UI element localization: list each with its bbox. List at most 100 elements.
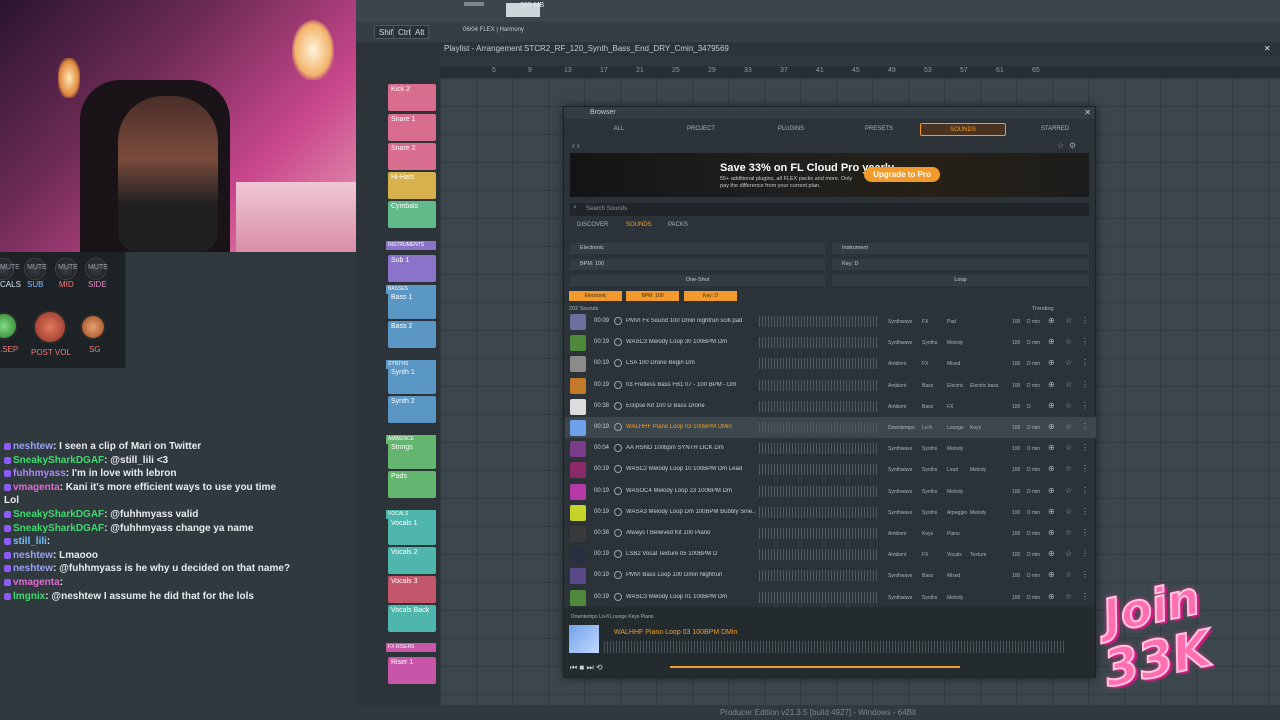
- plus-icon[interactable]: ⊕: [1048, 317, 1055, 325]
- sound-row[interactable]: 00:19 WASA3 Melody Loop Dm 100BPM Bubbly …: [565, 502, 1096, 523]
- track-group-label[interactable]: FX RISERS: [386, 643, 436, 652]
- pattern-selector[interactable]: 06/04 FLEX | Harmony: [463, 27, 524, 33]
- sound-row[interactable]: 00:19 WASC2 Melody Loop 10 100BPM Dm Lead…: [565, 459, 1096, 480]
- play-icon[interactable]: [614, 550, 622, 559]
- more-icon[interactable]: ⋮: [1081, 571, 1089, 579]
- sound-row[interactable]: 00:19 WASC3 Melody Loop 30 100BPM Dm Synth…: [565, 332, 1096, 353]
- plus-icon[interactable]: ⊕: [1048, 529, 1055, 537]
- tab-packs[interactable]: PACKS: [668, 222, 688, 228]
- sound-tag[interactable]: FX: [922, 361, 928, 367]
- play-icon[interactable]: [614, 359, 622, 368]
- track-header[interactable]: Synth 2: [388, 396, 436, 423]
- sound-waveform[interactable]: [759, 570, 879, 582]
- sound-row[interactable]: 00:19 WASC3 Melody Loop 01 100BPM Dm Synth…: [565, 587, 1096, 608]
- sound-row[interactable]: 00:19 WALHHF Piano Loop 03 100BPM DMin Dow…: [565, 417, 1096, 438]
- chat-username[interactable]: lmgnix: [13, 591, 45, 602]
- playlist-clip-name[interactable]: STCR2_RF_120_Synth_Bass_End_DRY_Cmin_347…: [524, 42, 729, 56]
- sound-tag[interactable]: Vocals: [947, 552, 962, 558]
- more-icon[interactable]: ⋮: [1081, 423, 1089, 431]
- track-header[interactable]: Vocals 3: [388, 576, 436, 603]
- sound-tag[interactable]: Piano: [947, 531, 960, 537]
- star-icon[interactable]: ☆: [1065, 359, 1072, 367]
- chat-username[interactable]: SneakySharkDGAF: [13, 509, 104, 520]
- play-icon[interactable]: [614, 380, 622, 389]
- sound-tag[interactable]: Bass: [922, 404, 933, 410]
- sound-name[interactable]: LSA 100 Drone Begin Dm: [626, 360, 756, 366]
- gear-icon[interactable]: ⚙: [1069, 141, 1076, 150]
- active-chip[interactable]: BPM: 100: [626, 291, 679, 301]
- sound-name[interactable]: AA RSND 100bpm SYNTH LICK Dm: [626, 445, 756, 451]
- sound-tag[interactable]: Synths: [922, 595, 937, 601]
- sound-tag[interactable]: Melody: [947, 595, 963, 601]
- star-icon[interactable]: ☆: [1065, 507, 1072, 516]
- sound-name[interactable]: Eclipse Kit 100 D Bass Drone: [626, 403, 756, 409]
- track-header[interactable]: Bass 2: [388, 321, 436, 348]
- sound-waveform[interactable]: [759, 506, 879, 518]
- track-header[interactable]: Sub 1: [388, 255, 436, 282]
- nav-tab-project[interactable]: PROJECT: [676, 123, 726, 136]
- track-group-label[interactable]: SYNTHS: [386, 360, 436, 369]
- sound-tag[interactable]: Ambient: [888, 361, 906, 367]
- sound-tag[interactable]: Mixed: [947, 573, 960, 579]
- chat-username[interactable]: still_lili: [13, 536, 47, 547]
- sound-waveform[interactable]: [759, 528, 879, 539]
- sound-tag[interactable]: Synths: [922, 467, 937, 473]
- play-icon[interactable]: [614, 529, 622, 537]
- more-icon[interactable]: ⋮: [1081, 401, 1089, 410]
- plus-icon[interactable]: ⊕: [1048, 550, 1055, 558]
- sound-waveform[interactable]: [759, 464, 879, 476]
- more-icon[interactable]: ⋮: [1081, 465, 1089, 473]
- plus-icon[interactable]: ⊕: [1048, 444, 1055, 452]
- play-icon[interactable]: [614, 486, 622, 495]
- sound-tag[interactable]: Bass: [922, 573, 933, 579]
- play-icon[interactable]: [614, 338, 622, 347]
- sound-tag[interactable]: Melody: [970, 467, 986, 473]
- star-icon[interactable]: ☆: [1065, 401, 1072, 410]
- more-icon[interactable]: ⋮: [1081, 444, 1089, 452]
- sound-tag[interactable]: Ambient: [888, 404, 906, 410]
- sound-waveform[interactable]: [759, 422, 879, 433]
- track-header[interactable]: Pads: [388, 471, 436, 498]
- sound-tag[interactable]: Melody: [970, 510, 986, 516]
- star-icon[interactable]: ☆: [1065, 465, 1072, 473]
- sound-tag[interactable]: Electric bass: [970, 383, 998, 389]
- more-icon[interactable]: ⋮: [1081, 317, 1089, 325]
- sound-tag[interactable]: Synthwave: [888, 340, 912, 346]
- sound-waveform[interactable]: [759, 591, 879, 603]
- star-icon[interactable]: ☆: [1057, 141, 1064, 150]
- sound-name[interactable]: PMVI Bass Loop 100 Dmin Nightrun: [626, 572, 756, 578]
- sound-row[interactable]: 00:38 Always I Believed Kit 100 Piano Ambi…: [565, 523, 1096, 544]
- sound-tag[interactable]: Keys: [970, 425, 981, 431]
- sound-waveform[interactable]: [759, 316, 879, 327]
- star-icon[interactable]: ☆: [1065, 380, 1072, 389]
- sound-tag[interactable]: Synthwave: [888, 467, 912, 473]
- chat-username[interactable]: SneakySharkDGAF: [13, 523, 104, 534]
- sound-tag[interactable]: Synthwave: [888, 446, 912, 452]
- active-chip[interactable]: Key: D: [684, 291, 737, 301]
- sound-tag[interactable]: Bass: [922, 383, 933, 389]
- sound-tag[interactable]: Synths: [922, 510, 937, 516]
- more-icon[interactable]: ⋮: [1081, 486, 1089, 495]
- sound-tag[interactable]: Mixed: [947, 361, 960, 367]
- playback-controls[interactable]: ⏮ ■ ⏭ ⟲: [570, 663, 603, 673]
- sound-tag[interactable]: Synthwave: [888, 573, 912, 579]
- more-icon[interactable]: ⋮: [1081, 550, 1089, 558]
- sound-row[interactable]: 00:19 LSB2 Vocal Texture 05 100BPM D Ambie…: [565, 544, 1096, 565]
- instrument-filter[interactable]: Instrument: [832, 243, 1089, 254]
- close-icon[interactable]: ✕: [1264, 42, 1271, 56]
- more-icon[interactable]: ⋮: [1081, 359, 1089, 367]
- key-filter[interactable]: Key: D: [832, 259, 1089, 270]
- star-icon[interactable]: ☆: [1065, 529, 1072, 537]
- sound-name[interactable]: WASA3 Melody Loop Dm 100BPM Bubbly Sine.…: [626, 509, 756, 515]
- play-icon[interactable]: [614, 465, 622, 474]
- loop-toggle[interactable]: Loop: [832, 275, 1089, 286]
- sound-tag[interactable]: Ambient: [888, 552, 906, 558]
- sound-tag[interactable]: Synths: [922, 489, 937, 495]
- nav-tab-presets[interactable]: PRESETS: [854, 123, 904, 136]
- one-shot-toggle[interactable]: One-Shot: [570, 275, 825, 286]
- chat-username[interactable]: vmagenta: [13, 577, 60, 588]
- star-icon[interactable]: ☆: [1065, 338, 1072, 346]
- sep-knob[interactable]: [0, 312, 18, 340]
- more-icon[interactable]: ⋮: [1081, 380, 1089, 389]
- sound-tag[interactable]: Ambient: [888, 383, 906, 389]
